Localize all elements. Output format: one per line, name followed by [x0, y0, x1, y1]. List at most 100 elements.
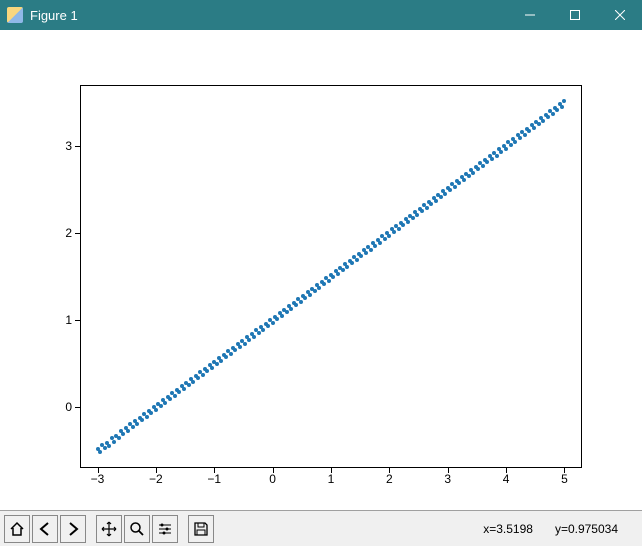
scatter-point — [364, 251, 368, 255]
scatter-point — [537, 122, 541, 126]
scatter-point — [303, 296, 307, 300]
save-button[interactable] — [188, 515, 214, 543]
x-tick-label: 5 — [561, 472, 568, 486]
scatter-point — [425, 206, 429, 210]
close-button[interactable] — [597, 0, 642, 30]
scatter-point — [289, 307, 293, 311]
home-button[interactable] — [4, 515, 30, 543]
scatter-point — [345, 265, 349, 269]
scatter-point — [252, 335, 256, 339]
scatter-point — [383, 237, 387, 241]
scatter-point — [406, 220, 410, 224]
scatter-point — [527, 129, 531, 133]
minimize-button[interactable] — [507, 0, 552, 30]
scatter-point — [434, 199, 438, 203]
scatter-point — [191, 380, 195, 384]
scatter-point — [523, 133, 527, 137]
scatter-point — [219, 359, 223, 363]
scatter-point — [215, 362, 219, 366]
scatter-point — [481, 164, 485, 168]
scatter-point — [107, 444, 111, 448]
x-tick-label: 1 — [328, 472, 335, 486]
nav-toolbar: x=3.5198 y=0.975034 — [0, 510, 642, 546]
window-title: Figure 1 — [30, 8, 507, 23]
scatter-point — [201, 373, 205, 377]
x-tick-label: 2 — [386, 472, 393, 486]
scatter-point — [159, 404, 163, 408]
zoom-icon — [129, 521, 145, 537]
back-icon — [37, 521, 53, 537]
scatter-point — [546, 115, 550, 119]
scatter-point — [103, 446, 107, 450]
scatter-point — [509, 143, 513, 147]
scatter-point — [257, 331, 261, 335]
scatter-point — [135, 422, 139, 426]
scatter-point — [541, 119, 545, 123]
scatter-point — [229, 352, 233, 356]
scatter-point — [173, 394, 177, 398]
scatter-point — [439, 195, 443, 199]
save-icon — [193, 521, 209, 537]
cursor-y-readout: y=0.975034 — [555, 522, 618, 536]
scatter-point — [387, 234, 391, 238]
scatter-point — [560, 105, 564, 109]
x-tick-label: −3 — [91, 472, 105, 486]
scatter-point — [499, 150, 503, 154]
y-tick-label: 1 — [65, 313, 72, 327]
zoom-button[interactable] — [124, 515, 150, 543]
scatter-point — [518, 136, 522, 140]
scatter-point — [504, 147, 508, 151]
scatter-point — [411, 216, 415, 220]
scatter-point — [243, 342, 247, 346]
scatter-point — [163, 401, 167, 405]
scatter-point — [485, 160, 489, 164]
configure-icon — [157, 521, 173, 537]
app-icon — [7, 7, 23, 23]
scatter-point — [112, 440, 116, 444]
scatter-point — [457, 181, 461, 185]
scatter-point — [117, 436, 121, 440]
scatter-point — [266, 324, 270, 328]
scatter-point — [233, 348, 237, 352]
x-tick-label: −1 — [207, 472, 221, 486]
scatter-point — [429, 202, 433, 206]
y-tick-label: 3 — [65, 139, 72, 153]
scatter-point — [392, 230, 396, 234]
scatter-point — [261, 328, 265, 332]
scatter-point — [467, 174, 471, 178]
scatter-point — [121, 432, 125, 436]
forward-button[interactable] — [60, 515, 86, 543]
scatter-point — [140, 418, 144, 422]
back-button[interactable] — [32, 515, 58, 543]
configure-button[interactable] — [152, 515, 178, 543]
pan-button[interactable] — [96, 515, 122, 543]
scatter-point — [247, 338, 251, 342]
scatter-point — [359, 254, 363, 258]
scatter-point — [415, 213, 419, 217]
scatter-point — [308, 293, 312, 297]
scatter-point — [154, 408, 158, 412]
scatter-point — [182, 387, 186, 391]
scatter-point — [275, 317, 279, 321]
scatter-point — [336, 272, 340, 276]
scatter-point — [453, 185, 457, 189]
scatter-point — [177, 390, 181, 394]
scatter-point — [490, 157, 494, 161]
cursor-x-readout: x=3.5198 — [483, 522, 533, 536]
y-tick-label: 2 — [65, 226, 72, 240]
plot-canvas[interactable]: −3−2−10123450123 — [0, 30, 642, 510]
scatter-point — [331, 275, 335, 279]
scatter-point — [145, 415, 149, 419]
x-tick-label: 3 — [444, 472, 451, 486]
scatter-point — [285, 310, 289, 314]
scatter-point — [471, 171, 475, 175]
maximize-button[interactable] — [552, 0, 597, 30]
scatter-point — [205, 369, 209, 373]
scatter-point — [443, 192, 447, 196]
scatter-point — [131, 425, 135, 429]
scatter-point — [210, 366, 214, 370]
scatter-point — [294, 303, 298, 307]
close-icon — [615, 10, 625, 20]
scatter-point — [476, 167, 480, 171]
scatter-point — [401, 223, 405, 227]
